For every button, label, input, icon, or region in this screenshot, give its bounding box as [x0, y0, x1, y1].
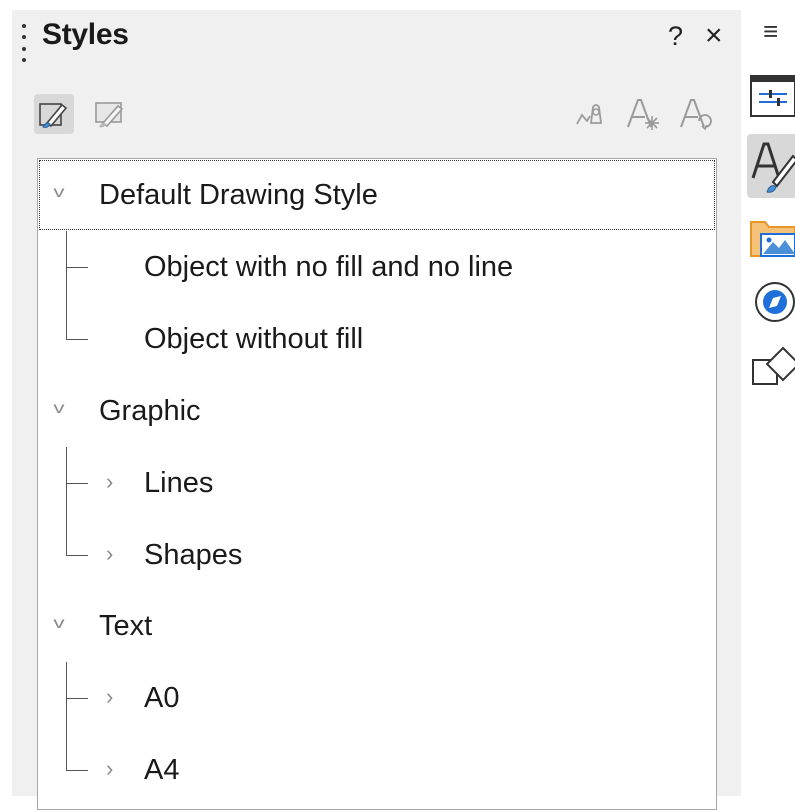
tree-item-label: Object without fill [144, 322, 364, 355]
chevron-down-icon[interactable]: v [53, 182, 64, 204]
tree-item-label: Default Drawing Style [99, 178, 378, 211]
tree-item-label: A4 [144, 753, 180, 786]
sidebar-shapes-button[interactable] [747, 342, 795, 394]
chevron-down-icon[interactable]: v [53, 613, 64, 635]
tree-item-graphic[interactable]: v Graphic [38, 375, 716, 447]
drawing-styles-icon [39, 103, 68, 128]
chevron-right-icon[interactable]: › [106, 471, 113, 493]
tree-item-default-drawing-style[interactable]: v Default Drawing Style [38, 159, 716, 231]
new-style-from-selection-icon [627, 99, 659, 130]
tree-item-label: Shapes [144, 538, 243, 571]
update-style-icon [680, 99, 712, 131]
chevron-right-icon[interactable]: › [106, 758, 113, 780]
tree-item-text[interactable]: v Text [38, 590, 716, 662]
tree-item-label: A0 [144, 681, 180, 714]
sidebar-properties-button[interactable] [747, 70, 795, 122]
help-button[interactable]: ? [668, 20, 683, 52]
gallery-icon [750, 221, 795, 257]
panel-title: Styles [42, 18, 129, 51]
tree-item-object-no-fill-no-line[interactable]: Object with no fill and no line [38, 231, 716, 303]
tree-item-label: Text [99, 609, 153, 642]
styles-tree[interactable]: v Default Drawing Style Object with no f… [37, 158, 717, 810]
tree-item-object-without-fill[interactable]: Object without fill [38, 303, 716, 375]
drawing-styles-button[interactable] [34, 94, 74, 134]
chevron-down-icon[interactable]: v [53, 398, 64, 420]
tree-item-a4[interactable]: › A4 [38, 734, 716, 806]
styles-icon [751, 142, 795, 193]
navigator-icon [755, 282, 795, 322]
tree-item-label: Object with no fill and no line [144, 250, 514, 283]
close-button[interactable]: × [705, 20, 723, 52]
tree-item-shapes[interactable]: › Shapes [38, 519, 716, 591]
tree-item-a0[interactable]: › A0 [38, 662, 716, 734]
styles-deck-panel: Styles ? × v Default Drawing Style Objec… [12, 10, 741, 810]
sidebar-menu-button[interactable]: ≡ [763, 18, 778, 44]
update-style-button[interactable] [675, 94, 715, 134]
fill-format-mode-icon [576, 104, 603, 125]
fill-format-mode-button[interactable] [570, 94, 610, 134]
tree-item-label: Graphic [99, 394, 201, 427]
presentation-styles-button[interactable] [90, 94, 130, 134]
presentation-styles-icon [95, 102, 124, 128]
drag-grip-icon[interactable] [21, 24, 26, 62]
shapes-icon [752, 346, 795, 385]
sidebar-navigator-button[interactable] [747, 276, 795, 328]
tree-item-label: Lines [144, 466, 214, 499]
properties-icon [750, 75, 795, 117]
sidebar-gallery-button[interactable] [747, 210, 795, 262]
sidebar-tab-bar: ≡ [741, 0, 795, 796]
chevron-right-icon[interactable]: › [106, 686, 113, 708]
sidebar-styles-button[interactable] [747, 134, 795, 198]
tree-item-lines[interactable]: › Lines [38, 447, 716, 519]
new-style-from-selection-button[interactable] [622, 94, 662, 134]
chevron-right-icon[interactable]: › [106, 543, 113, 565]
